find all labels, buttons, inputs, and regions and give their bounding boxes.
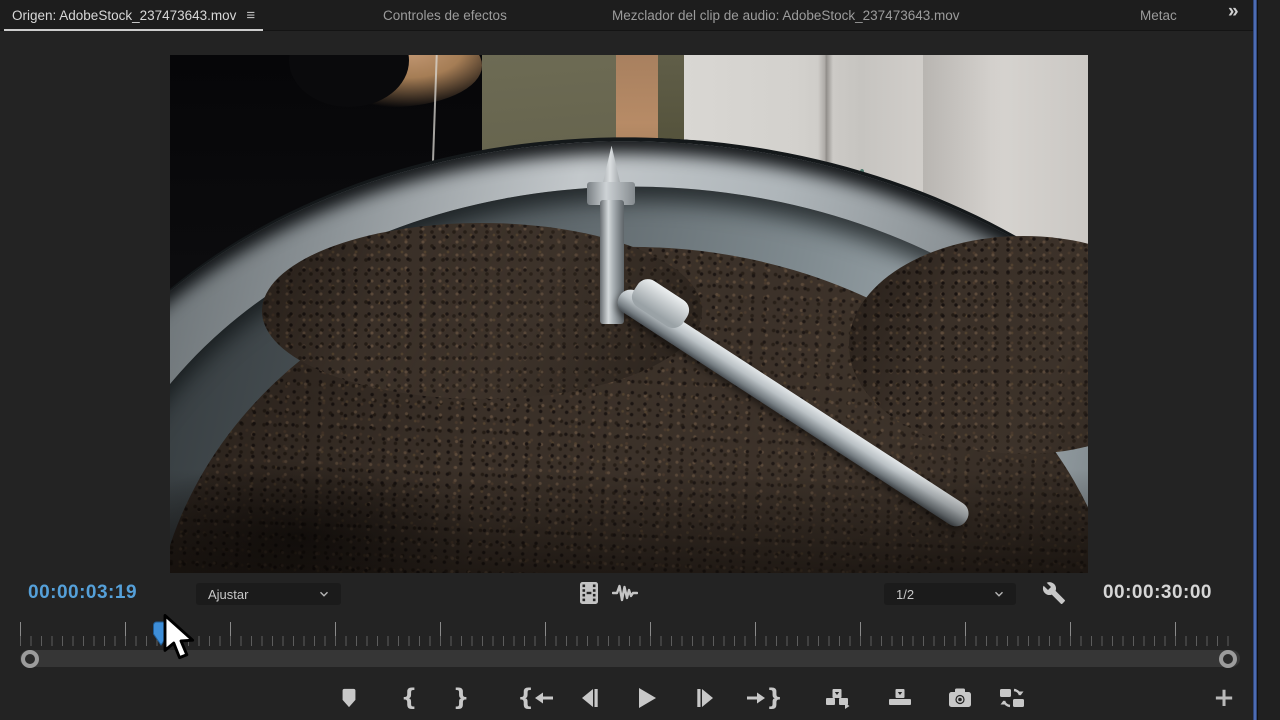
tab-source[interactable]: Origen: AdobeStock_237473643.mov ≡ <box>8 0 259 31</box>
playback-resolution-dropdown[interactable]: 1/2 <box>884 583 1016 605</box>
wrench-icon <box>1042 581 1066 605</box>
zoom-scrollbar[interactable] <box>20 650 1240 667</box>
chevron-down-icon <box>317 587 331 601</box>
mouse-pointer <box>159 614 203 662</box>
mark-in-icon: { <box>401 687 417 710</box>
tab-audio-clip-mixer[interactable]: Mezclador del clip de audio: AdobeStock_… <box>612 0 960 31</box>
tab-effect-controls[interactable]: Controles de efectos <box>383 0 507 31</box>
video-preview[interactable] <box>170 55 1088 573</box>
tab-metadata[interactable]: Metac <box>1140 0 1198 31</box>
overwrite-icon <box>887 686 913 710</box>
mark-out-icon: } <box>453 687 469 710</box>
step-back-button[interactable] <box>574 682 606 714</box>
export-frame-button[interactable] <box>944 682 976 714</box>
zoom-level-value: Ajustar <box>208 587 248 602</box>
play-button[interactable] <box>631 682 663 714</box>
panel-menu-icon[interactable]: ≡ <box>246 8 255 23</box>
panel-focus-border <box>1253 0 1257 720</box>
zoom-level-dropdown[interactable]: Ajustar <box>196 583 341 605</box>
plus-icon: + <box>1213 685 1235 711</box>
chevron-down-icon <box>992 587 1006 601</box>
active-tab-underline <box>4 29 263 31</box>
drag-video-only-button[interactable] <box>576 581 602 605</box>
settings-button[interactable] <box>1041 581 1067 605</box>
step-back-icon <box>579 688 601 708</box>
step-forward-button[interactable] <box>689 682 721 714</box>
play-icon <box>637 687 657 709</box>
camera-icon <box>948 687 972 709</box>
duration-timecode: 00:00:30:00 <box>1085 582 1212 604</box>
drag-video-only-icon <box>578 581 600 605</box>
add-marker-button[interactable] <box>333 682 365 714</box>
tab-bar: Origen: AdobeStock_237473643.mov ≡ Contr… <box>0 0 1280 31</box>
drag-audio-only-icon <box>612 582 638 604</box>
zoom-scrollbar-handle-right[interactable] <box>1219 650 1237 668</box>
tab-source-label: Origen: AdobeStock_237473643.mov <box>12 8 236 23</box>
source-monitor-panel: Origen: AdobeStock_237473643.mov ≡ Contr… <box>0 0 1280 720</box>
mark-out-button[interactable]: } <box>445 682 477 714</box>
cycle-frames-icon <box>999 686 1025 710</box>
arrow-left-icon <box>535 691 553 705</box>
current-timecode[interactable]: 00:00:03:19 <box>28 582 137 604</box>
insert-button[interactable] <box>822 682 854 714</box>
go-to-out-button[interactable]: } <box>745 682 785 714</box>
marker-icon <box>338 687 360 709</box>
step-forward-icon <box>694 688 716 708</box>
drag-audio-only-button[interactable] <box>612 581 638 605</box>
overwrite-button[interactable] <box>884 682 916 714</box>
insert-icon <box>825 686 851 710</box>
playback-resolution-value: 1/2 <box>896 587 914 602</box>
arrow-right-icon <box>747 691 765 705</box>
adjacent-panel-sliver <box>1257 0 1280 720</box>
mark-in-button[interactable]: { <box>393 682 425 714</box>
tab-overflow-icon[interactable]: » <box>1228 1 1236 23</box>
button-editor-button[interactable]: + <box>1208 682 1240 714</box>
zoom-scrollbar-handle-left[interactable] <box>21 650 39 668</box>
go-to-in-button[interactable]: { <box>515 682 555 714</box>
cycle-frames-button[interactable] <box>996 682 1028 714</box>
